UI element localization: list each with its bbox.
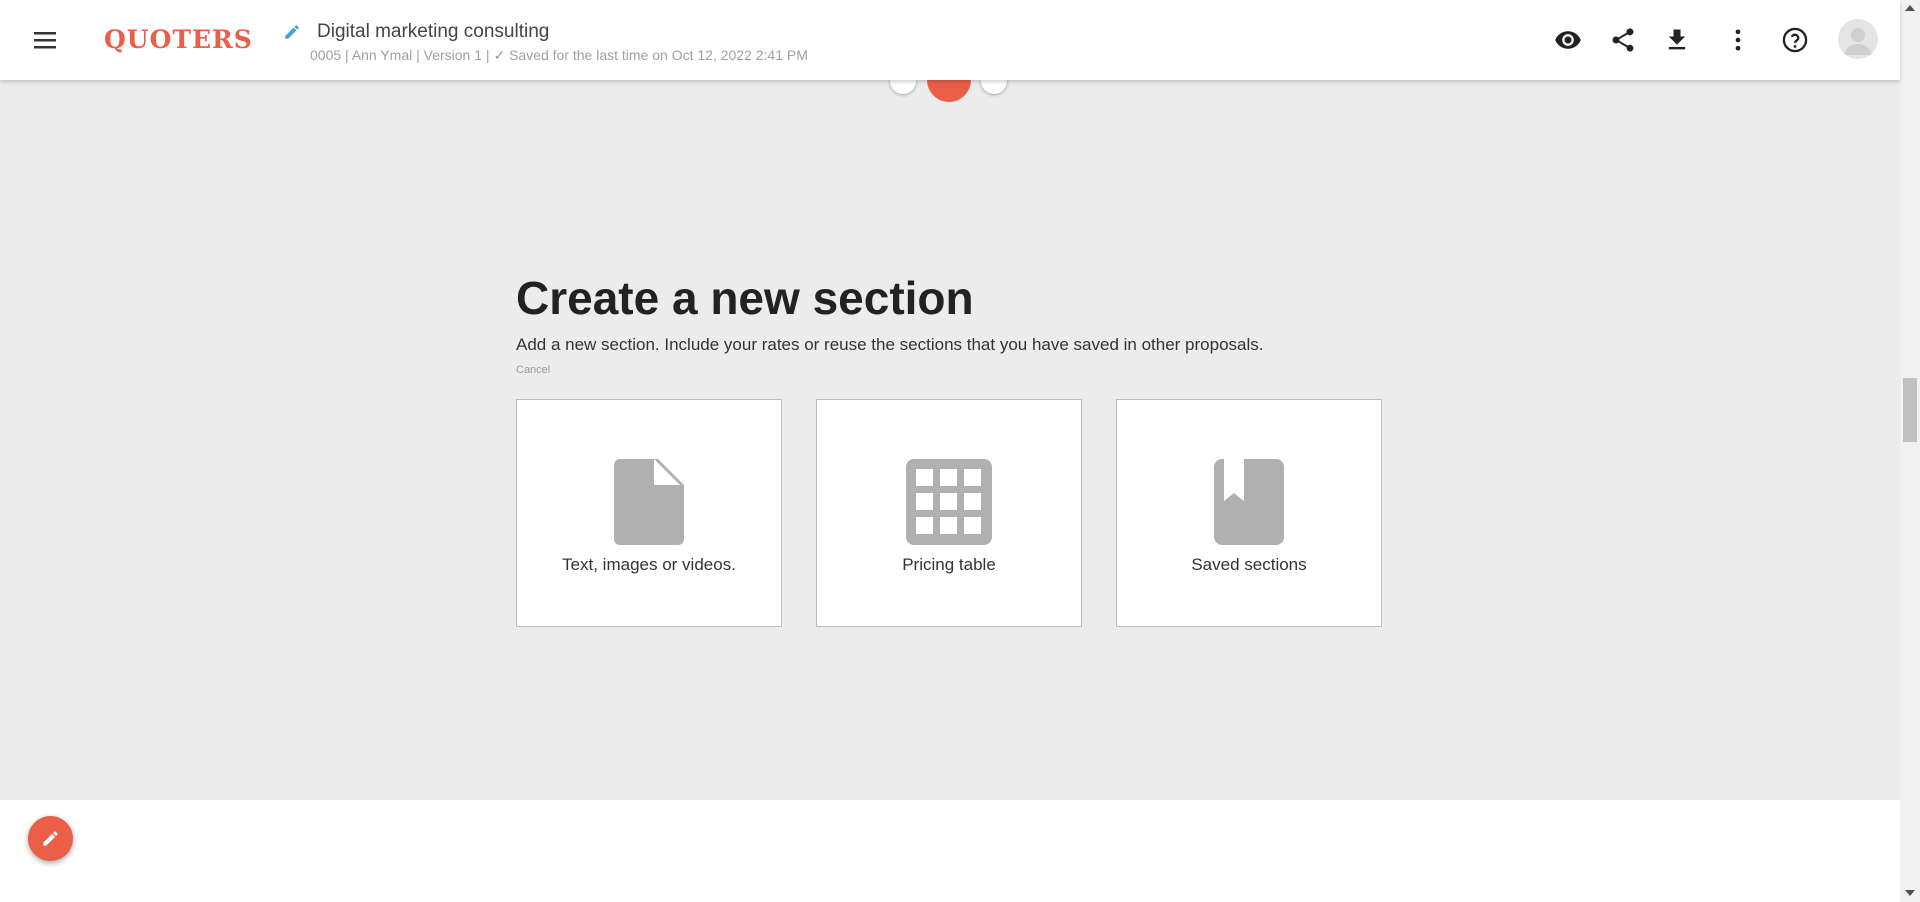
card-label: Text, images or videos. xyxy=(562,555,736,574)
card-label: Pricing table xyxy=(902,555,996,574)
content-area: Create a new section Add a new section. … xyxy=(0,80,1900,800)
scroll-thumb[interactable] xyxy=(1903,378,1917,442)
pricing-table-card[interactable]: Pricing table xyxy=(816,399,1082,627)
section-heading: Create a new section xyxy=(516,272,974,324)
pencil-icon xyxy=(43,831,58,846)
bookmark-icon xyxy=(1214,459,1284,545)
more-vert-icon[interactable] xyxy=(1724,26,1752,54)
menu-icon[interactable] xyxy=(30,28,60,52)
top-bar: QUOTERS Digital marketing consulting 000… xyxy=(0,0,1900,80)
section-description: Add a new section. Include your rates or… xyxy=(516,335,1264,354)
next-section-area xyxy=(0,800,1900,902)
quoters-logo[interactable]: QUOTERS xyxy=(104,25,253,54)
card-label: Saved sections xyxy=(1191,555,1307,574)
saved-sections-card[interactable]: Saved sections xyxy=(1116,399,1382,627)
doc-meta-prefix: 0005 | Ann Ymal | Version 1 | xyxy=(310,47,490,63)
check-icon: ✓ xyxy=(493,47,506,63)
edit-icon[interactable] xyxy=(283,23,301,41)
help-icon[interactable] xyxy=(1781,26,1809,54)
scroll-up-arrow[interactable] xyxy=(1905,5,1915,11)
edit-fab-button[interactable] xyxy=(28,816,73,861)
avatar-icon[interactable] xyxy=(1838,19,1878,59)
scroll-down-arrow[interactable] xyxy=(1905,890,1915,896)
grid-icon xyxy=(906,459,992,545)
cancel-link[interactable]: Cancel xyxy=(516,364,550,376)
doc-meta-saved: Saved for the last time on Oct 12, 2022 … xyxy=(509,47,808,63)
document-meta: 0005 | Ann Ymal | Version 1 | ✓ Saved fo… xyxy=(310,47,808,64)
document-icon xyxy=(614,459,684,545)
vertical-scrollbar[interactable] xyxy=(1900,0,1920,902)
download-icon[interactable] xyxy=(1663,26,1691,54)
eye-icon[interactable] xyxy=(1554,26,1582,54)
text-images-videos-card[interactable]: Text, images or videos. xyxy=(516,399,782,627)
document-title[interactable]: Digital marketing consulting xyxy=(317,21,549,43)
share-icon[interactable] xyxy=(1609,26,1637,54)
